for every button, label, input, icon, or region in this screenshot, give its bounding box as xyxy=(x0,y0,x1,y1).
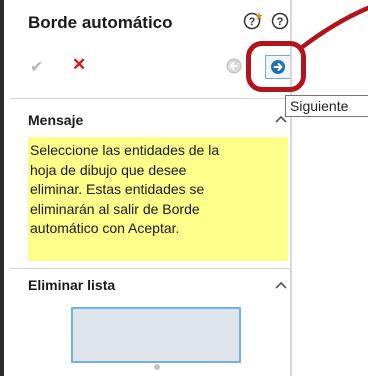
delete-list-box[interactable] xyxy=(71,307,241,363)
message-section-header[interactable]: Mensaje xyxy=(28,112,83,128)
whats-new-help-icon[interactable]: ? xyxy=(243,11,263,31)
help-icon[interactable]: ? xyxy=(270,11,290,31)
list-resize-handle[interactable] xyxy=(154,364,160,370)
next-tooltip: Siguiente xyxy=(285,95,368,117)
message-text: Seleccione las entidades de la hoja de d… xyxy=(28,137,288,261)
panel-border xyxy=(290,0,292,376)
ok-check-icon[interactable]: ✔ xyxy=(30,57,43,77)
message-line: automático con Aceptar. xyxy=(30,220,180,236)
next-button[interactable] xyxy=(265,55,291,79)
back-arrow-icon[interactable] xyxy=(226,58,242,74)
section-divider xyxy=(10,268,292,269)
message-line: eliminar. Estas entidades se xyxy=(30,181,205,197)
panel-title: Borde automático xyxy=(28,13,173,32)
cancel-close-icon[interactable]: ✕ xyxy=(72,55,86,75)
svg-text:?: ? xyxy=(277,16,284,28)
message-line: Seleccione las entidades de la xyxy=(30,142,220,158)
delete-list-section-header[interactable]: Eliminar lista xyxy=(28,277,115,293)
message-line: eliminarán al salir de Borde xyxy=(30,200,200,217)
collapse-chevron-icon[interactable] xyxy=(274,280,288,290)
message-line: hoja de dibujo que desee xyxy=(30,161,187,178)
svg-text:?: ? xyxy=(249,16,256,28)
property-manager-panel: Borde automático ? ? ✔ ✕ Mensaje Selecci… xyxy=(0,0,294,376)
section-divider xyxy=(10,98,292,99)
next-arrow-icon xyxy=(271,60,285,74)
